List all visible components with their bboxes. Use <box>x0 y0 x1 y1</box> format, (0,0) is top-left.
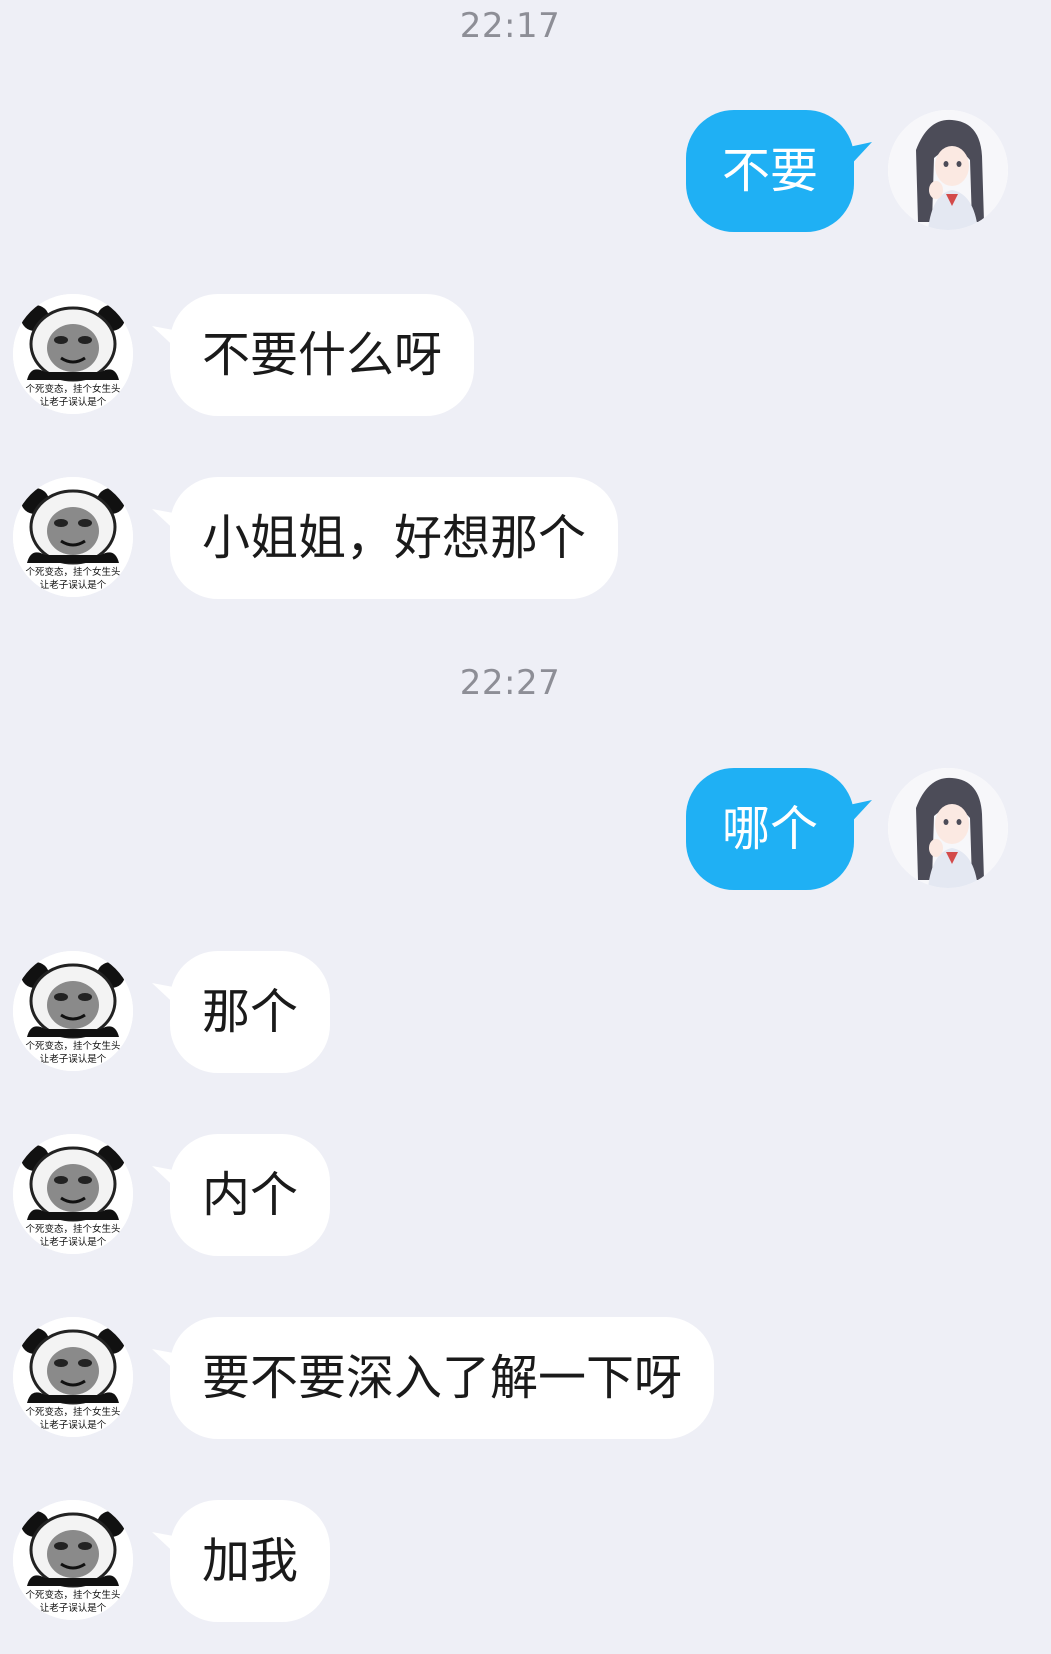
panda-meme-avatar-icon: 个死变态，挂个女生头 让老子误认是个 <box>13 1317 133 1437</box>
timestamp: 22:17 <box>459 6 561 46</box>
incoming-message-bubble[interactable]: 加我 <box>170 1500 331 1622</box>
incoming-message-bubble[interactable]: 那个 <box>170 951 331 1073</box>
avatar-caption: 让老子误认是个 <box>40 396 107 408</box>
avatar-caption: 让老子误认是个 <box>40 1602 107 1614</box>
avatar-caption: 个死变态，挂个女生头 <box>25 1406 120 1418</box>
contact-avatar[interactable]: 个死变态，挂个女生头 让老子误认是个 <box>13 951 133 1071</box>
avatar-caption: 个死变态，挂个女生头 <box>25 1589 120 1601</box>
avatar-caption: 让老子误认是个 <box>40 1419 107 1431</box>
avatar-caption: 个死变态，挂个女生头 <box>25 383 120 395</box>
avatar-caption: 个死变态，挂个女生头 <box>25 566 120 578</box>
avatar-caption: 让老子误认是个 <box>40 1236 107 1248</box>
panda-meme-avatar-icon: 个死变态，挂个女生头 让老子误认是个 <box>13 294 133 414</box>
outgoing-message-bubble[interactable]: 不要 <box>686 110 855 232</box>
chat-thread[interactable]: 22:17 不要 个死变态，挂个女生头 让老子误认是个 不要什么呀 个死变态，挂… <box>0 0 1051 1654</box>
panda-meme-avatar-icon: 个死变态，挂个女生头 让老子误认是个 <box>13 1134 133 1254</box>
anime-girl-avatar-icon <box>888 110 1008 230</box>
incoming-message-bubble[interactable]: 不要什么呀 <box>170 294 475 416</box>
avatar-caption: 个死变态，挂个女生头 <box>25 1223 120 1235</box>
my-avatar[interactable] <box>888 768 1008 888</box>
avatar-caption: 让老子误认是个 <box>40 1053 107 1065</box>
panda-meme-avatar-icon: 个死变态，挂个女生头 让老子误认是个 <box>13 951 133 1071</box>
anime-girl-avatar-icon <box>888 768 1008 888</box>
contact-avatar[interactable]: 个死变态，挂个女生头 让老子误认是个 <box>13 1134 133 1254</box>
incoming-message-bubble[interactable]: 内个 <box>170 1134 331 1256</box>
outgoing-message-bubble[interactable]: 哪个 <box>686 768 855 890</box>
contact-avatar[interactable]: 个死变态，挂个女生头 让老子误认是个 <box>13 294 133 414</box>
contact-avatar[interactable]: 个死变态，挂个女生头 让老子误认是个 <box>13 477 133 597</box>
contact-avatar[interactable]: 个死变态，挂个女生头 让老子误认是个 <box>13 1317 133 1437</box>
avatar-caption: 个死变态，挂个女生头 <box>25 1040 120 1052</box>
panda-meme-avatar-icon: 个死变态，挂个女生头 让老子误认是个 <box>13 477 133 597</box>
incoming-message-bubble[interactable]: 要不要深入了解一下呀 <box>170 1317 715 1439</box>
incoming-message-bubble[interactable]: 小姐姐，好想那个 <box>170 477 619 599</box>
my-avatar[interactable] <box>888 110 1008 230</box>
contact-avatar[interactable]: 个死变态，挂个女生头 让老子误认是个 <box>13 1500 133 1620</box>
panda-meme-avatar-icon: 个死变态，挂个女生头 让老子误认是个 <box>13 1500 133 1620</box>
timestamp: 22:27 <box>459 663 561 703</box>
avatar-caption: 让老子误认是个 <box>40 579 107 591</box>
